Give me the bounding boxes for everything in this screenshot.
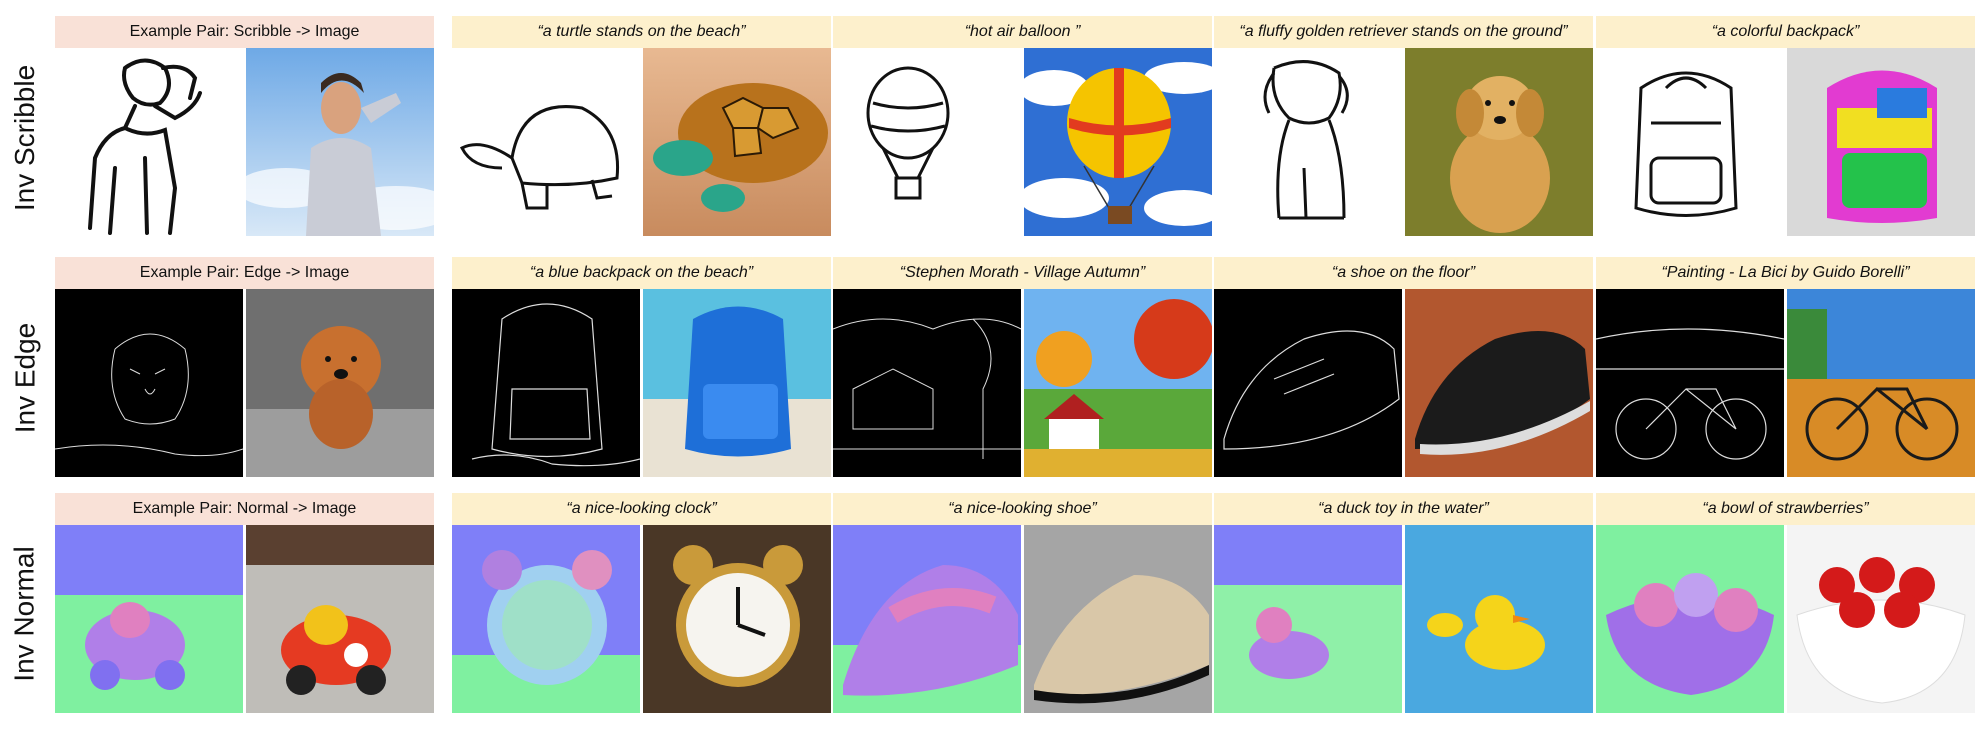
- balloon-photo: [1024, 48, 1212, 236]
- prompt-caption: “a fluffy golden retriever stands on the…: [1214, 16, 1593, 48]
- prompt-caption: “a turtle stands on the beach”: [452, 16, 831, 48]
- example-pair-normal: Example Pair: Normal -> Image: [55, 493, 434, 733]
- village-autumn-pair: “Stephen Morath - Village Autumn”: [833, 257, 1212, 497]
- prompt-caption: “a duck toy in the water”: [1214, 493, 1593, 525]
- row-label-inv-edge: Inv Edge: [9, 322, 40, 434]
- row-label-inv-scribble: Inv Scribble: [9, 64, 41, 212]
- duck-photo: [1405, 525, 1593, 713]
- clock-normal-map: [452, 525, 640, 713]
- dog-edge-map: [55, 289, 243, 477]
- prompt-caption: “Stephen Morath - Village Autumn”: [833, 257, 1212, 289]
- prompt-caption: “a bowl of strawberries”: [1596, 493, 1975, 525]
- clock-pair: “a nice-looking clock”: [452, 493, 831, 733]
- prompt-caption: “Painting - La Bici by Guido Borelli”: [1596, 257, 1975, 289]
- prompt-caption: “a nice-looking clock”: [452, 493, 831, 525]
- shoe-floor-pair: “a shoe on the floor”: [1214, 257, 1593, 497]
- balloon-pair: “hot air balloon ”: [833, 16, 1212, 256]
- backpack-photo: [1787, 48, 1975, 236]
- backpack-pair: “a colorful backpack”: [1596, 16, 1975, 256]
- example-pair-edge: Example Pair: Edge -> Image: [55, 257, 434, 497]
- scribble-sketch-image: [55, 48, 243, 236]
- retriever-scribble: [1214, 48, 1402, 236]
- example-pair-scribble: Example Pair: Scribble -> Image: [55, 16, 434, 256]
- blue-backpack-pair: “a blue backpack on the beach”: [452, 257, 831, 497]
- shoe-normal-map: [833, 525, 1021, 713]
- dog-photo: [246, 289, 434, 477]
- shoe-photo-beige: [1024, 525, 1212, 713]
- turtle-scribble: [452, 48, 640, 236]
- example-caption: Example Pair: Edge -> Image: [55, 257, 434, 289]
- duck-normal-map: [1214, 525, 1402, 713]
- blue-backpack-edge: [452, 289, 640, 477]
- retriever-photo: [1405, 48, 1593, 236]
- bicycle-edge: [1596, 289, 1784, 477]
- toycar-photo: [246, 525, 434, 713]
- turtle-pair: “a turtle stands on the beach”: [452, 16, 831, 256]
- prompt-caption: “a colorful backpack”: [1596, 16, 1975, 48]
- example-caption: Example Pair: Normal -> Image: [55, 493, 434, 525]
- balloon-scribble: [833, 48, 1021, 236]
- village-edge: [833, 289, 1021, 477]
- prompt-caption: “a shoe on the floor”: [1214, 257, 1593, 289]
- row-label-inv-normal: Inv Normal: [9, 546, 40, 682]
- shoe-photo-dark: [1405, 289, 1593, 477]
- clock-photo: [643, 525, 831, 713]
- turtle-photo: [643, 48, 831, 236]
- prompt-caption: “hot air balloon ”: [833, 16, 1212, 48]
- village-painting: [1024, 289, 1212, 477]
- toycar-normal-map: [55, 525, 243, 713]
- bicycle-painting: [1787, 289, 1975, 477]
- strawberries-pair: “a bowl of strawberries”: [1596, 493, 1975, 733]
- backpack-scribble: [1596, 48, 1784, 236]
- strawberries-normal-map: [1596, 525, 1784, 713]
- prompt-caption: “a blue backpack on the beach”: [452, 257, 831, 289]
- blue-backpack-photo: [643, 289, 831, 477]
- scribble-result-photo: [246, 48, 434, 236]
- example-caption: Example Pair: Scribble -> Image: [55, 16, 434, 48]
- strawberries-photo: [1787, 525, 1975, 713]
- prompt-caption: “a nice-looking shoe”: [833, 493, 1212, 525]
- la-bici-pair: “Painting - La Bici by Guido Borelli”: [1596, 257, 1975, 497]
- shoe-edge: [1214, 289, 1402, 477]
- retriever-pair: “a fluffy golden retriever stands on the…: [1214, 16, 1593, 256]
- nice-shoe-pair: “a nice-looking shoe”: [833, 493, 1212, 733]
- duck-pair: “a duck toy in the water”: [1214, 493, 1593, 733]
